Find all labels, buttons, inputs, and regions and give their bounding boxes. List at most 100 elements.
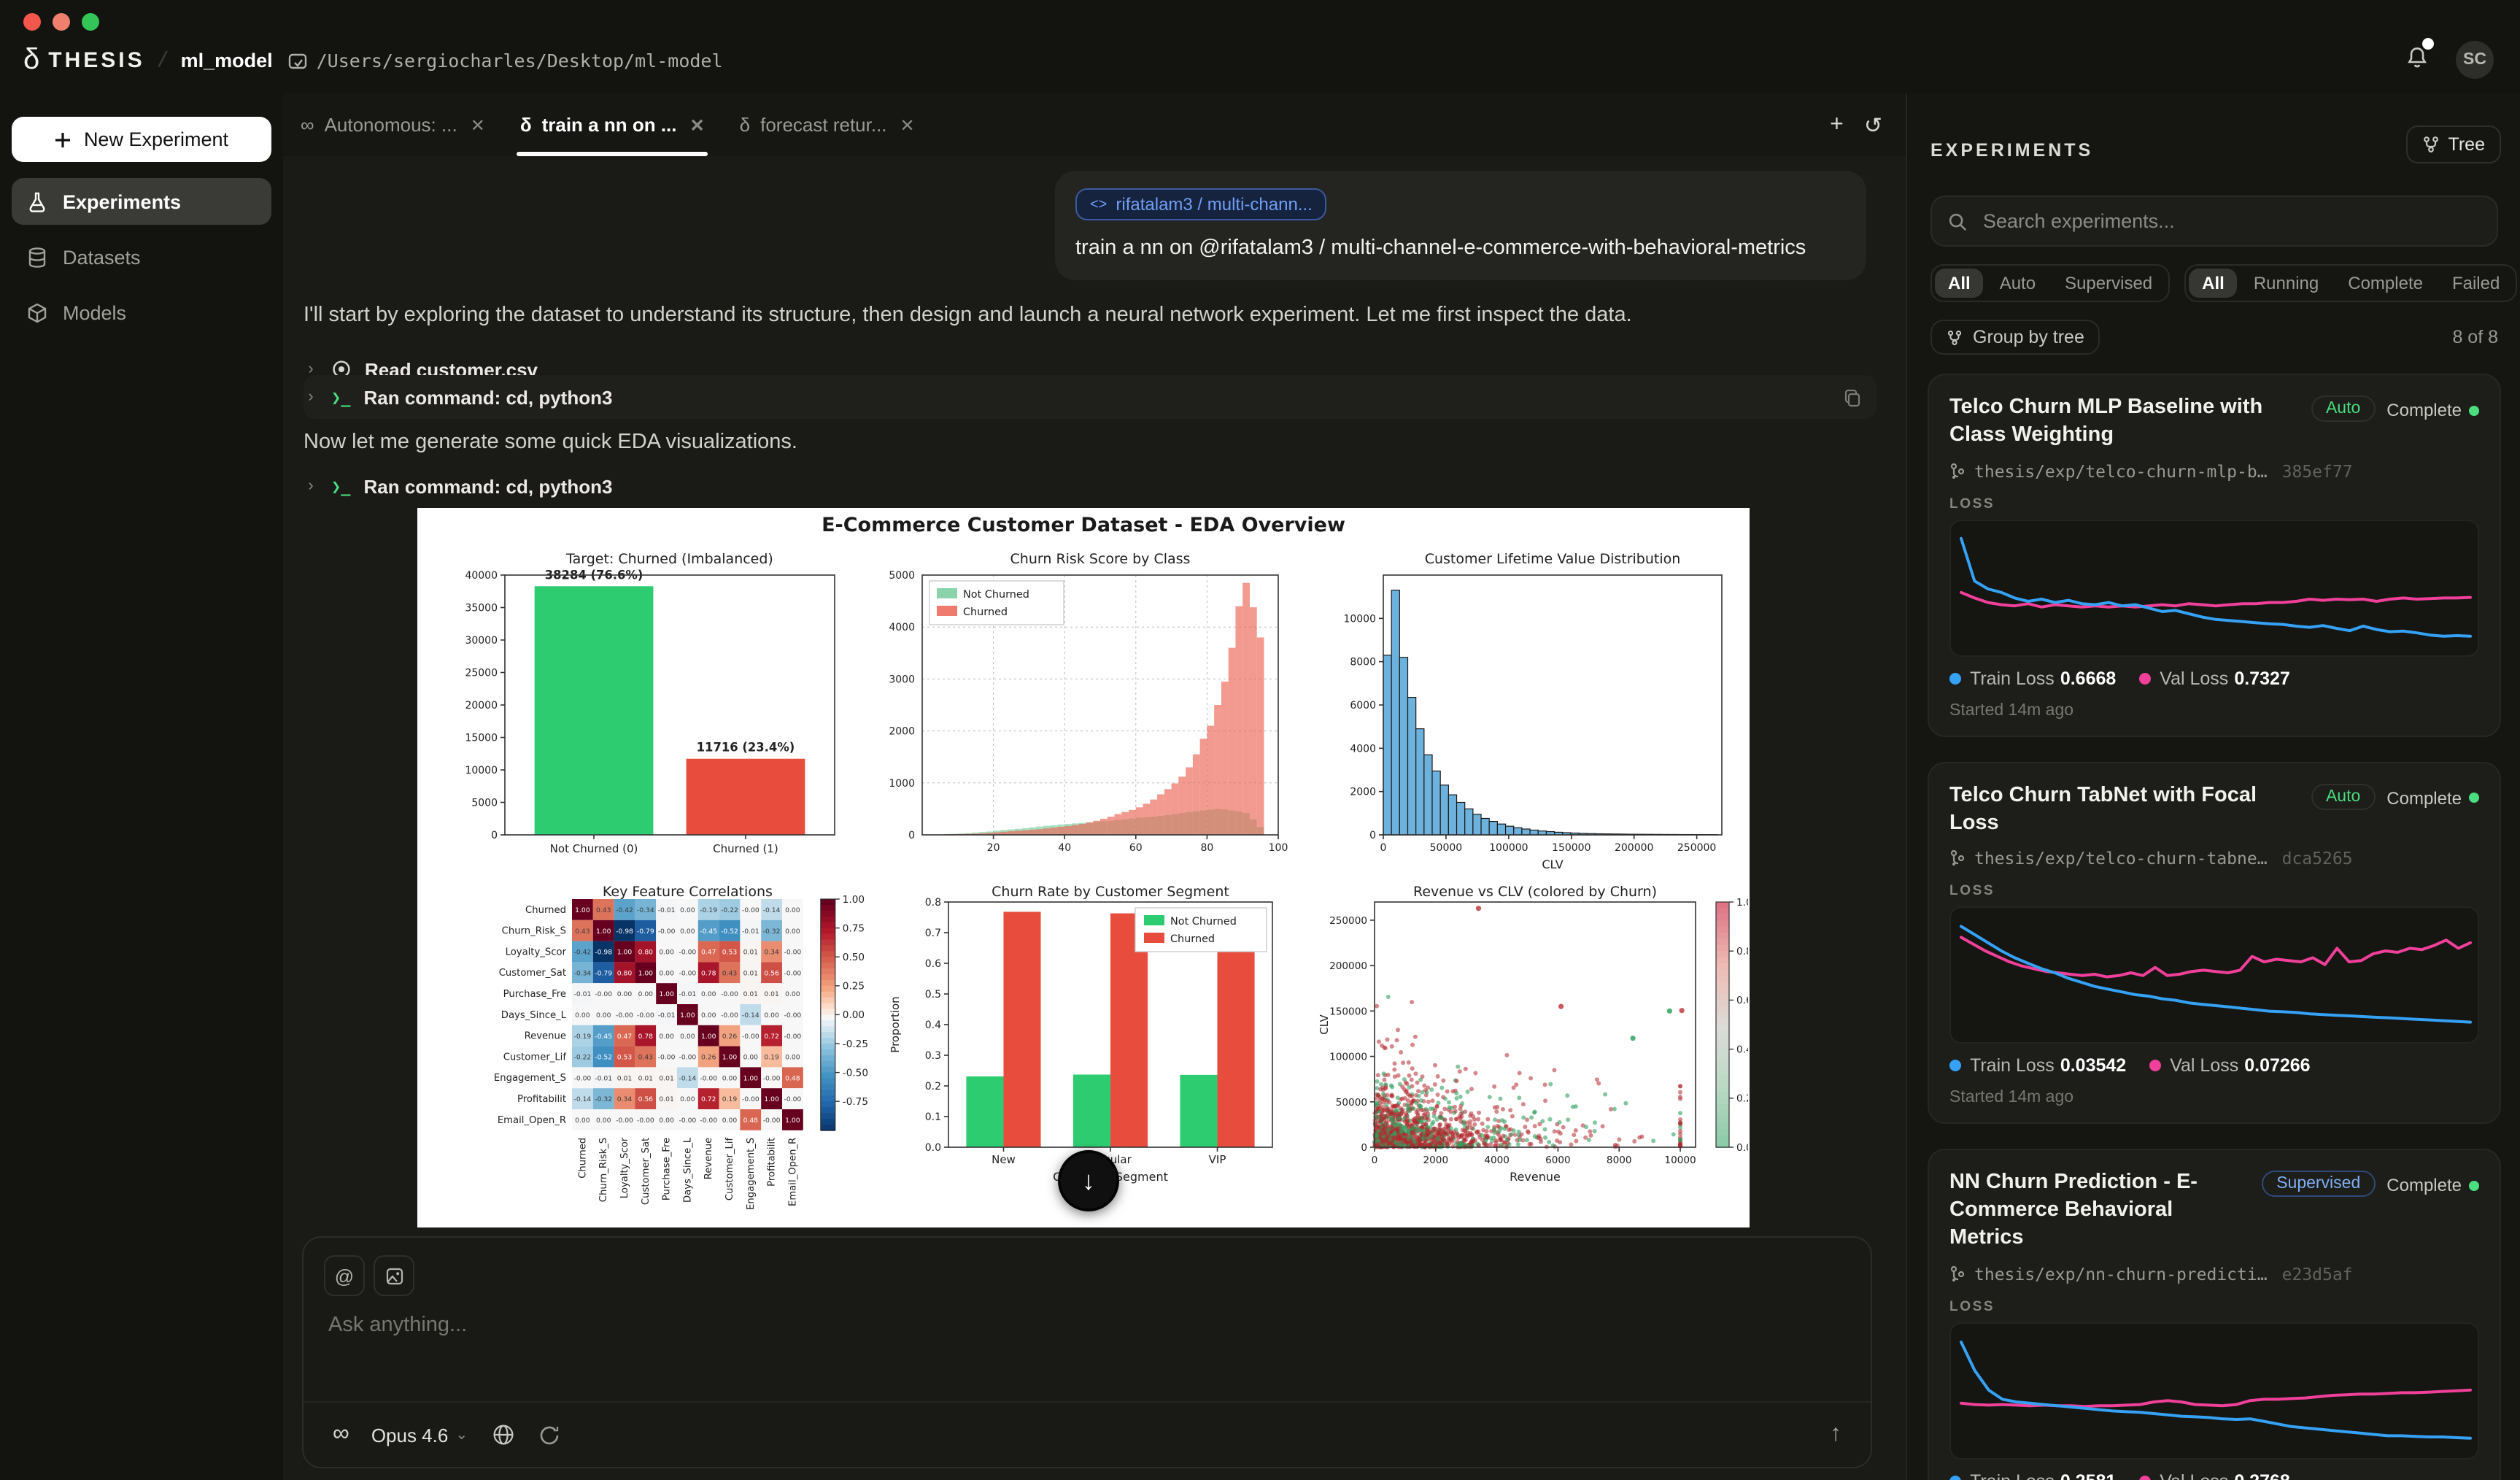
- svg-text:0.6: 0.6: [925, 958, 941, 970]
- scroll-to-bottom-button[interactable]: ↓: [1058, 1150, 1119, 1211]
- filter-chip-all[interactable]: All: [2189, 269, 2238, 298]
- commit-hash: e23d5af: [2282, 1264, 2353, 1284]
- svg-text:0.43: 0.43: [575, 928, 590, 936]
- minimize-window-button[interactable]: [53, 13, 70, 31]
- sidebar: New Experiment Experiments Datasets Models: [0, 93, 283, 1480]
- loop-icon[interactable]: [538, 1424, 560, 1446]
- svg-text:Churn_Risk_S: Churn_Risk_S: [502, 926, 566, 937]
- filter-chip-auto[interactable]: Auto: [1987, 269, 2049, 298]
- svg-text:0: 0: [908, 830, 915, 841]
- svg-text:-0.32: -0.32: [763, 928, 781, 936]
- globe-icon[interactable]: [491, 1423, 514, 1446]
- dataset-chip[interactable]: <> rifatalam3 / multi-chann...: [1075, 188, 1327, 220]
- svg-text:0.47: 0.47: [617, 1033, 633, 1041]
- svg-text:20000: 20000: [465, 700, 498, 712]
- attach-image-button[interactable]: [374, 1255, 414, 1296]
- notification-dot: [2422, 38, 2434, 50]
- svg-text:0.01: 0.01: [743, 949, 758, 957]
- tab-2[interactable]: δtrain a nn on ...✕: [503, 93, 722, 156]
- experiment-repo[interactable]: thesis/exp/telco-churn-mlp-b…385ef77: [1949, 460, 2479, 481]
- svg-text:Engagement_S: Engagement_S: [746, 1138, 757, 1210]
- svg-text:-0.00: -0.00: [721, 990, 738, 998]
- svg-text:-0.00: -0.00: [637, 1011, 654, 1020]
- close-tab-icon[interactable]: ✕: [690, 115, 705, 135]
- history-icon[interactable]: ↺: [1864, 112, 1882, 138]
- sidebar-item-experiments[interactable]: Experiments: [12, 178, 271, 225]
- close-tab-icon[interactable]: ✕: [900, 115, 915, 135]
- group-by-tree-toggle[interactable]: Group by tree: [1930, 320, 2100, 355]
- svg-text:-0.01: -0.01: [742, 928, 760, 936]
- search-input[interactable]: [1980, 209, 2481, 234]
- experiments-panel: EXPERIMENTS Tree AllAutoSupervised AllRu…: [1906, 93, 2520, 1480]
- composer-input[interactable]: Ask anything...: [328, 1314, 467, 1337]
- sidebar-item-label: Datasets: [63, 246, 141, 268]
- chevron-down-icon: ⌄: [455, 1427, 468, 1443]
- project-path[interactable]: /Users/sergiocharles/Desktop/ml-model: [287, 50, 723, 72]
- close-tab-icon[interactable]: ✕: [471, 115, 485, 135]
- image-icon: [384, 1266, 403, 1285]
- experiment-repo[interactable]: thesis/exp/nn-churn-predicti…e23d5af: [1949, 1264, 2479, 1284]
- eda-figure-title: E-Commerce Customer Dataset - EDA Overvi…: [417, 514, 1750, 537]
- svg-text:-0.34: -0.34: [637, 906, 654, 914]
- filter-chip-supervised[interactable]: Supervised: [2052, 269, 2165, 298]
- new-tab-button[interactable]: +: [1830, 112, 1844, 138]
- model-selector[interactable]: Opus 4.6⌄: [371, 1424, 468, 1446]
- user-message-text: train a nn on @rifatalam3 / multi-channe…: [1075, 234, 1846, 263]
- experiment-title: Telco Churn TabNet with Focal Loss: [1949, 782, 2300, 836]
- experiment-card[interactable]: NN Churn Prediction - E-Commerce Behavio…: [1928, 1149, 2501, 1480]
- svg-text:60: 60: [1129, 842, 1143, 854]
- filter-chip-all[interactable]: All: [1935, 269, 1984, 298]
- experiment-card[interactable]: Telco Churn TabNet with Focal LossAutoCo…: [1928, 761, 2501, 1124]
- svg-text:2000: 2000: [1350, 787, 1376, 798]
- tab-1[interactable]: ∞Autonomous: ...✕: [283, 93, 503, 156]
- copy-icon[interactable]: [1843, 388, 1862, 406]
- agent-mode-icon[interactable]: ∞: [333, 1422, 348, 1448]
- sidebar-item-datasets[interactable]: Datasets: [12, 234, 271, 280]
- notifications-bell-icon[interactable]: [2405, 45, 2430, 74]
- filter-chip-complete[interactable]: Complete: [2335, 269, 2436, 298]
- svg-text:Proportion: Proportion: [889, 996, 902, 1052]
- svg-text:Churned (1): Churned (1): [713, 842, 778, 855]
- svg-text:0.00: 0.00: [617, 990, 633, 998]
- search-icon: [1948, 211, 1967, 231]
- svg-text:0.00: 0.00: [680, 928, 695, 936]
- svg-text:0.53: 0.53: [617, 1054, 633, 1062]
- project-name: ml_model: [181, 50, 273, 72]
- svg-text:-0.75: -0.75: [843, 1096, 868, 1108]
- svg-text:0.00: 0.00: [843, 1009, 865, 1021]
- experiment-card[interactable]: Telco Churn MLP Baseline with Class Weig…: [1928, 374, 2501, 736]
- svg-text:0.00: 0.00: [785, 928, 800, 936]
- loss-chart: [1949, 1322, 2479, 1460]
- svg-text:50000: 50000: [1430, 842, 1463, 854]
- svg-text:Churned: Churned: [1170, 933, 1215, 945]
- eda-subplot-risk-histogram: Churn Risk Score by Class010002000300040…: [864, 546, 1299, 887]
- tree-view-button[interactable]: Tree: [2406, 126, 2502, 163]
- svg-text:0.01: 0.01: [638, 1074, 653, 1082]
- avatar[interactable]: SC: [2456, 41, 2494, 79]
- tab-3[interactable]: δforecast retur...✕: [722, 93, 932, 156]
- tool-row-command-2[interactable]: › ❯_ Ran command: cd, python3: [304, 464, 1877, 508]
- user-message-bubble: <> rifatalam3 / multi-chann... train a n…: [1055, 171, 1866, 281]
- svg-text:Days_Since_L: Days_Since_L: [682, 1137, 693, 1203]
- status-dot: [2469, 793, 2479, 803]
- new-experiment-button[interactable]: New Experiment: [12, 117, 271, 162]
- loss-section-label: LOSS: [1949, 496, 2479, 512]
- loss-chart: [1949, 519, 2479, 656]
- svg-text:0.00: 0.00: [680, 906, 695, 914]
- svg-text:0.00: 0.00: [680, 1033, 695, 1041]
- svg-text:40000: 40000: [465, 570, 498, 582]
- close-window-button[interactable]: [23, 13, 41, 31]
- svg-text:-0.45: -0.45: [595, 1033, 612, 1041]
- sidebar-item-models[interactable]: Models: [12, 289, 271, 336]
- send-button[interactable]: ↑: [1830, 1422, 1841, 1448]
- eda-figure: E-Commerce Customer Dataset - EDA Overvi…: [417, 508, 1750, 1227]
- filter-chip-failed[interactable]: Failed: [2439, 269, 2513, 298]
- svg-text:Not Churned: Not Churned: [963, 589, 1029, 601]
- experiment-repo[interactable]: thesis/exp/telco-churn-tabne…dca5265: [1949, 849, 2479, 869]
- zoom-window-button[interactable]: [82, 13, 99, 31]
- experiment-title: NN Churn Prediction - E-Commerce Behavio…: [1949, 1170, 2250, 1252]
- tool-row-command-1[interactable]: › ❯_ Ran command: cd, python3: [304, 375, 1877, 419]
- filter-chip-running[interactable]: Running: [2241, 269, 2332, 298]
- mention-button[interactable]: @: [324, 1255, 365, 1296]
- svg-text:100000: 100000: [1329, 1052, 1367, 1063]
